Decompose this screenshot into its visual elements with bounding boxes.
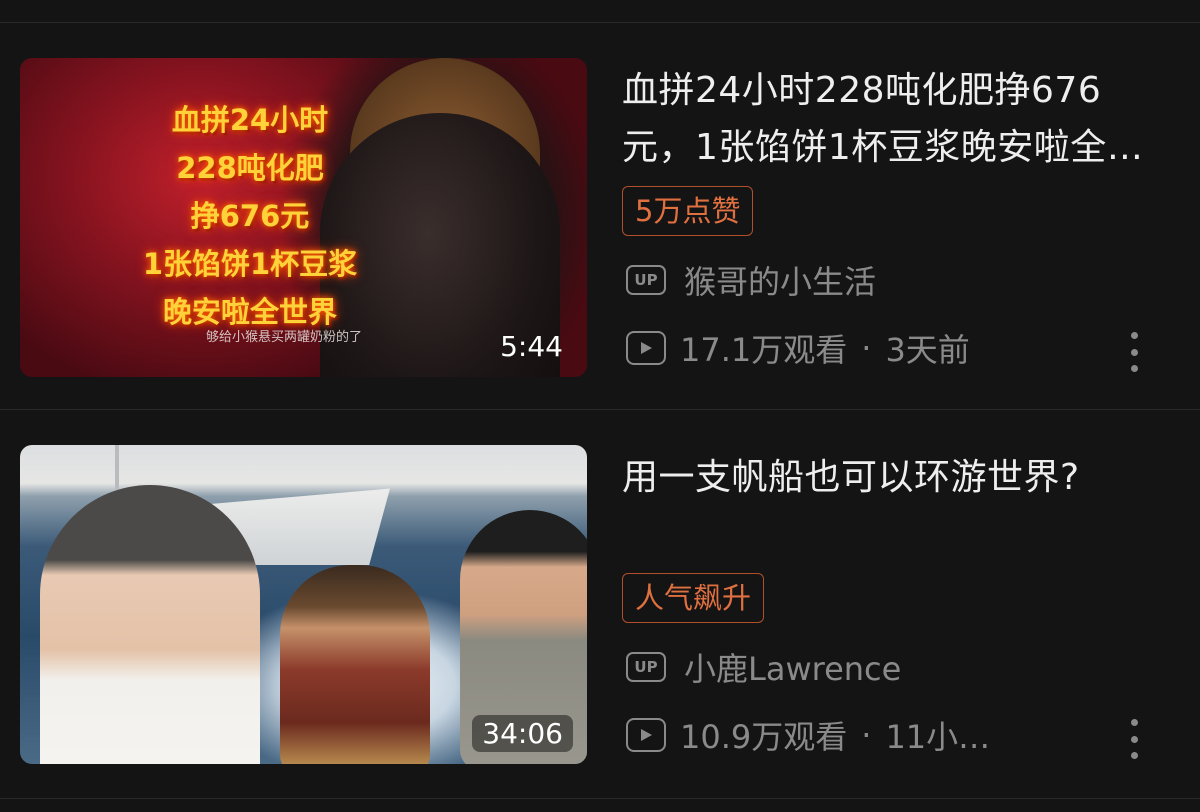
more-vertical-icon[interactable] [1124,719,1144,759]
video-duration: 34:06 [472,715,573,752]
thumbnail-figure [40,485,260,764]
view-count: 17.1万观看 [680,331,848,369]
play-icon [626,718,666,752]
divider [0,798,1200,799]
video-badge: 人气飙升 [622,573,765,623]
thumbnail-overlay-line: 1张馅饼1杯豆浆 [142,247,358,281]
play-icon [626,331,666,365]
uploader-row[interactable]: UP 小鹿Lawrence [622,639,1162,695]
uploader-row[interactable]: UP 猴哥的小生活 [622,252,1162,308]
divider [0,22,1200,23]
up-icon: UP [626,265,666,295]
publish-time: 3天前 [885,331,970,369]
video-thumbnail[interactable]: 34:06 [20,445,587,764]
uploader-name: 小鹿Lawrence [684,650,902,688]
video-title[interactable]: 血拼24小时228吨化肥挣676元，1张馅饼1杯豆浆晚安啦全世界 [622,62,1162,176]
publish-time: 11小… [885,718,991,756]
thumbnail-overlay-line: 228吨化肥 [176,151,324,185]
thumbnail-overlay-line: 血拼24小时 [171,103,329,137]
video-title[interactable]: 用一支帆船也可以环游世界? [622,449,1162,563]
view-count: 10.9万观看 [680,718,848,756]
thumbnail-overlay-text: 血拼24小时 228吨化肥 挣676元 1张馅饼1杯豆浆 晚安啦全世界 [120,96,380,336]
separator-dot: · [861,329,872,367]
more-vertical-icon[interactable] [1124,332,1144,372]
thumbnail-overlay-line: 挣676元 [190,199,310,233]
video-thumbnail[interactable]: 血拼24小时 228吨化肥 挣676元 1张馅饼1杯豆浆 晚安啦全世界 够给小猴… [20,58,587,377]
video-info: 用一支帆船也可以环游世界? 人气飙升 UP 小鹿Lawrence 10.9万观看… [622,445,1162,763]
uploader-name: 猴哥的小生活 [684,263,877,301]
video-info: 血拼24小时228吨化肥挣676元，1张馅饼1杯豆浆晚安啦全世界 5万点赞 UP… [622,58,1162,376]
video-card[interactable]: 血拼24小时 228吨化肥 挣676元 1张馅饼1杯豆浆 晚安啦全世界 够给小猴… [0,58,1200,398]
video-feed: 血拼24小时 228吨化肥 挣676元 1张馅饼1杯豆浆 晚安啦全世界 够给小猴… [0,0,1200,812]
video-badge: 5万点赞 [622,186,754,236]
thumbnail-subtitle: 够给小猴悬买两罐奶粉的了 [206,330,363,345]
separator-dot: · [861,716,872,754]
thumbnail-figure [280,565,430,764]
up-icon: UP [626,652,666,682]
video-duration: 5:44 [500,330,563,363]
video-card[interactable]: 34:06 用一支帆船也可以环游世界? 人气飙升 UP 小鹿Lawrence 1… [0,445,1200,785]
divider [0,409,1200,410]
stats-row: 17.1万观看 · 3天前 [622,320,1162,376]
stats-row: 10.9万观看 · 11小… [622,707,1162,763]
